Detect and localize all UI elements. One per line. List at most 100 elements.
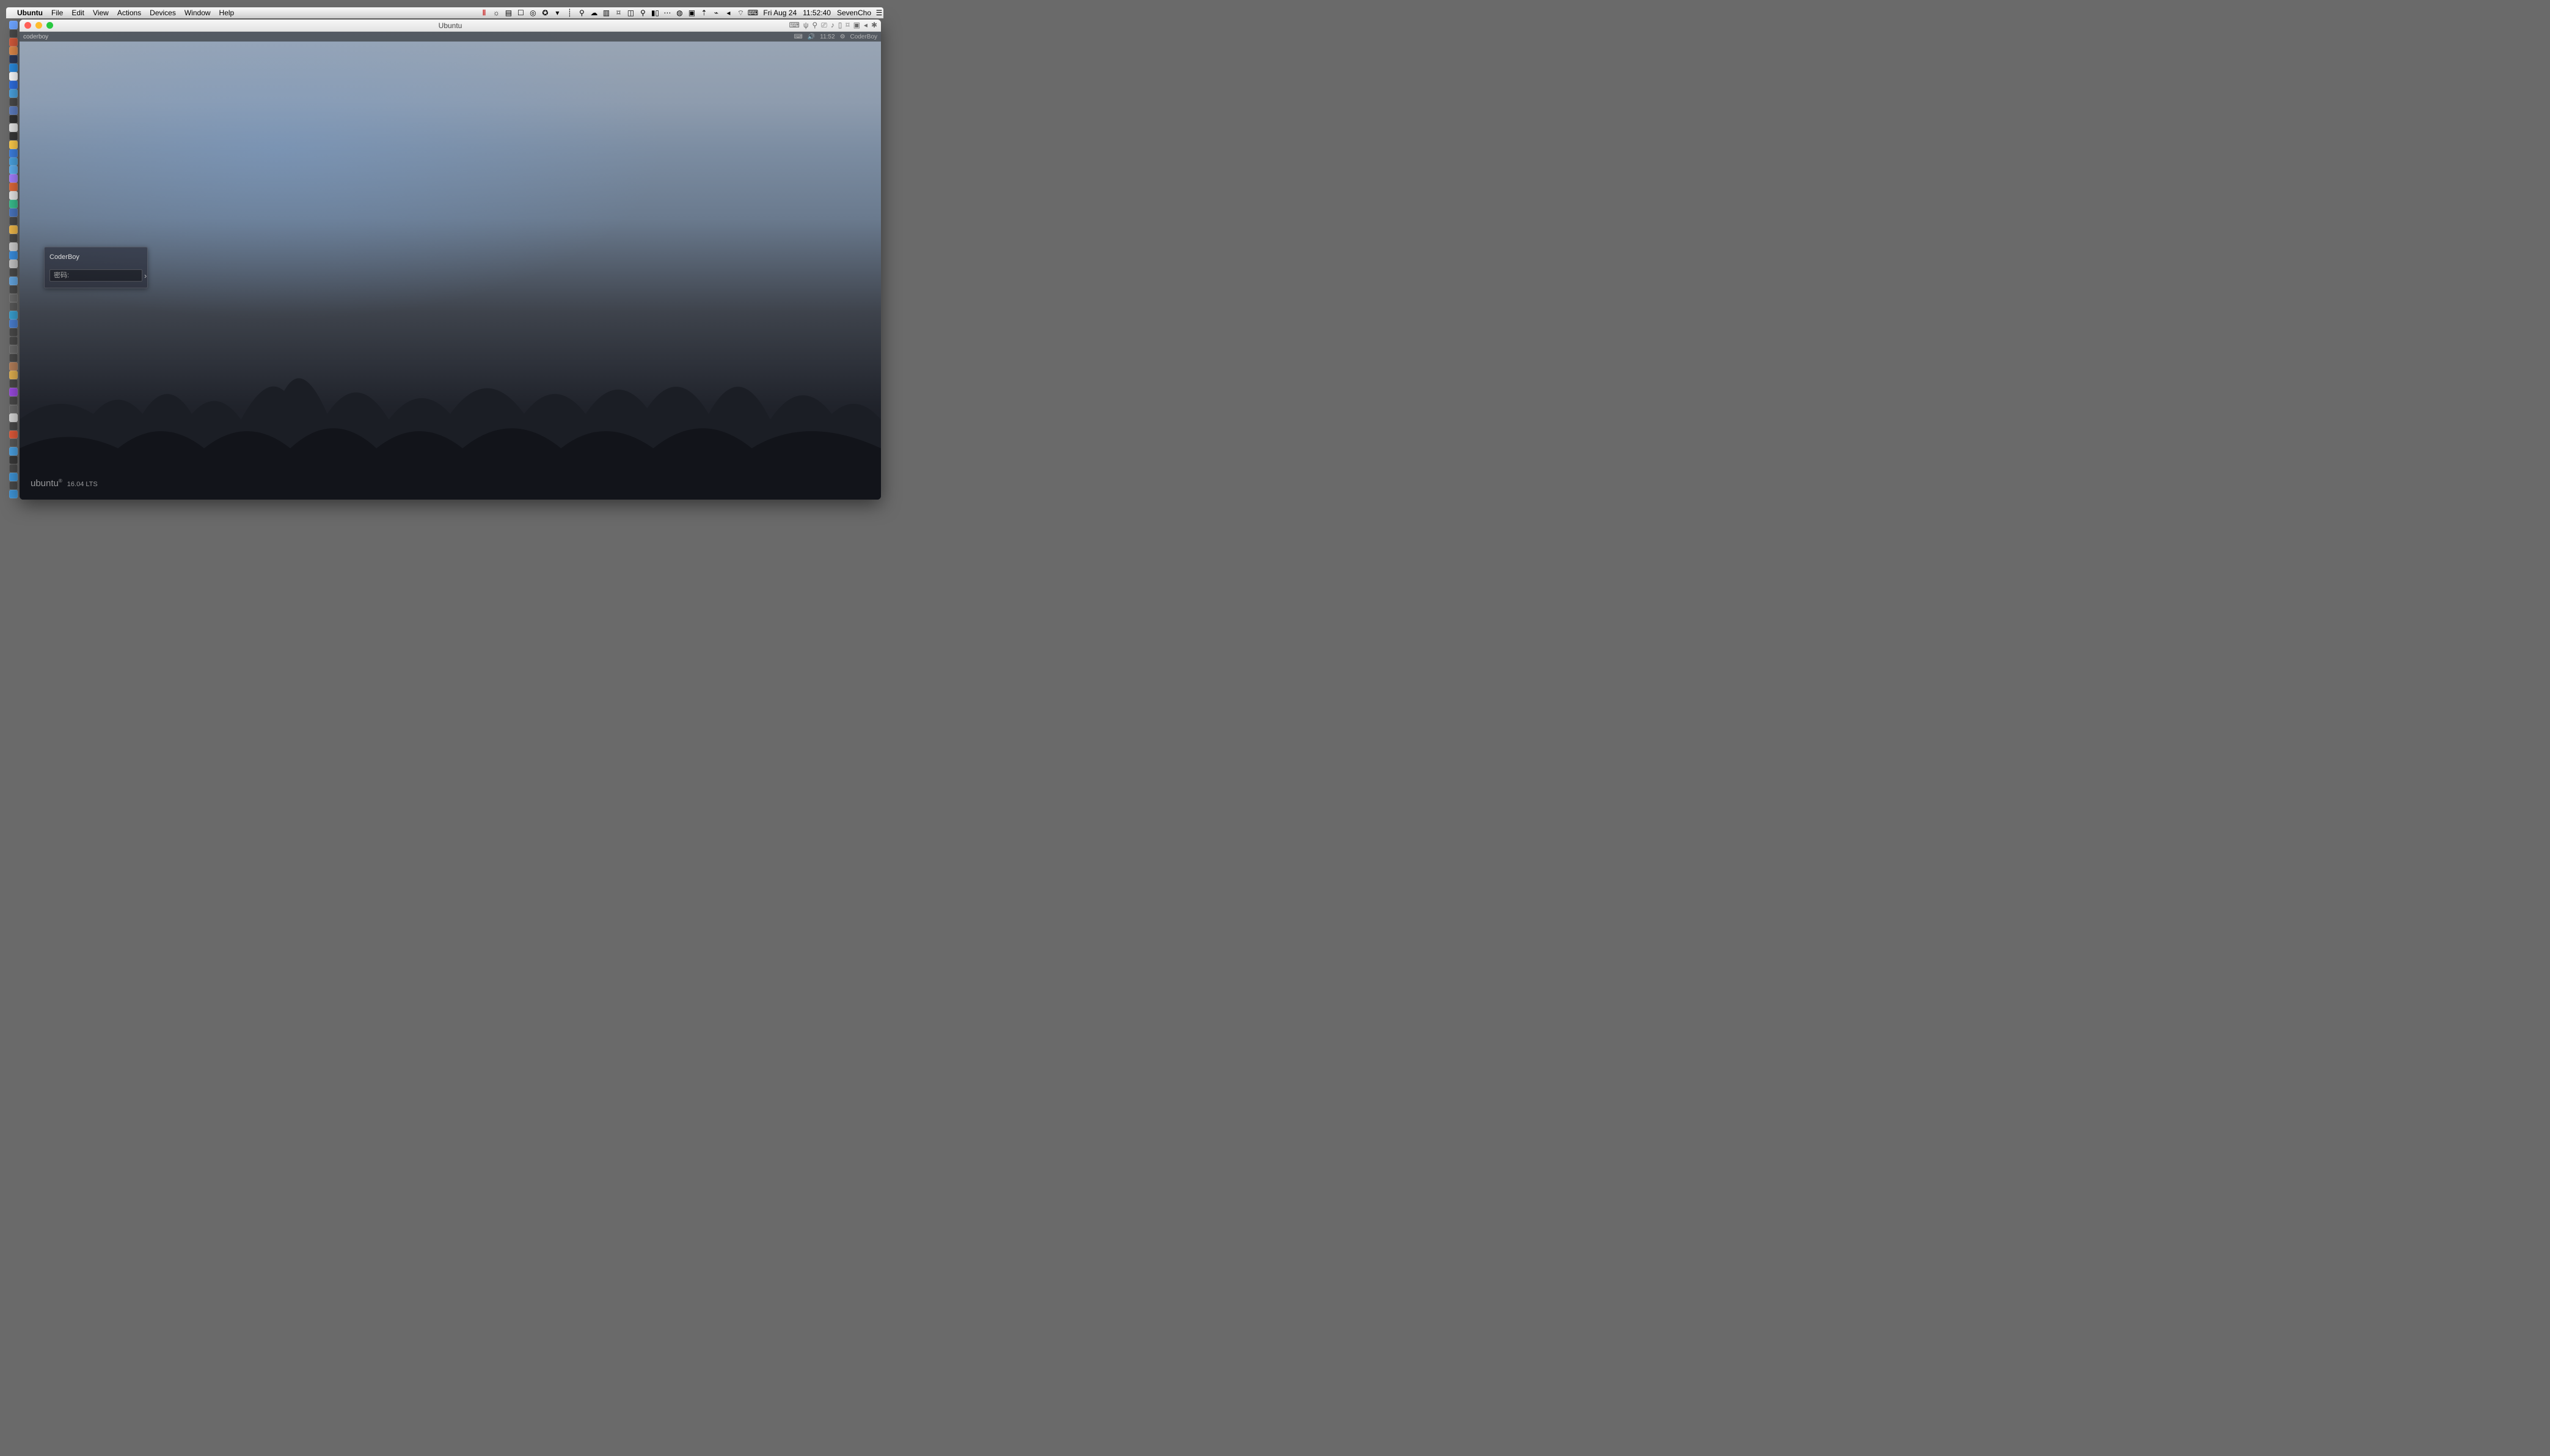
menu-view[interactable]: View [93, 9, 109, 17]
dock-app-33[interactable] [9, 302, 18, 311]
menubar-date[interactable]: Fri Aug 24 [763, 9, 797, 17]
wifi-icon[interactable]: ⌔ [736, 9, 745, 17]
dock-app-30[interactable] [9, 277, 18, 285]
dots-icon[interactable]: ⋯ [663, 9, 671, 17]
password-input[interactable] [50, 272, 144, 279]
dock-app-41[interactable] [9, 371, 18, 379]
usb-icon[interactable]: ψ [803, 21, 809, 30]
dock-app-44[interactable] [9, 396, 18, 405]
back-icon[interactable]: ◂ [864, 21, 868, 30]
dock-app-13[interactable] [9, 132, 18, 140]
dock-app-0[interactable] [9, 21, 18, 29]
dock-app-5[interactable] [9, 64, 18, 72]
dock-app-26[interactable] [9, 242, 18, 251]
dock-app-34[interactable] [9, 311, 18, 319]
safari-icon[interactable]: ✪ [541, 9, 549, 17]
dock-app-29[interactable] [9, 268, 18, 277]
ubuntu-clock[interactable]: 11:52 [820, 34, 835, 40]
dock-app-17[interactable] [9, 166, 18, 174]
dock-app-31[interactable] [9, 285, 18, 294]
pin-icon[interactable]: ⚲ [577, 9, 586, 17]
dock-app-23[interactable] [9, 217, 18, 225]
battery-icon[interactable]: ▮▯ [651, 9, 659, 17]
dock-app-16[interactable] [9, 158, 18, 166]
ubuntu-session-user[interactable]: CoderBoy [850, 34, 877, 40]
dock-app-22[interactable] [9, 208, 18, 217]
dock-app-25[interactable] [9, 234, 18, 242]
dock-app-20[interactable] [9, 191, 18, 200]
menu-actions[interactable]: Actions [117, 9, 141, 17]
hamburger-icon[interactable]: ☰ [875, 9, 883, 17]
dock-app-40[interactable] [9, 362, 18, 371]
menubar-app-name[interactable]: Ubuntu [17, 9, 43, 17]
dock-app-24[interactable] [9, 225, 18, 234]
dock-app-54[interactable] [9, 481, 18, 490]
dock-app-18[interactable] [9, 174, 18, 183]
menu-file[interactable]: File [51, 9, 63, 17]
menu-devices[interactable]: Devices [150, 9, 176, 17]
login-submit-arrow-icon[interactable]: › [144, 271, 147, 280]
dock-app-53[interactable] [9, 473, 18, 481]
dock-app-11[interactable] [9, 115, 18, 123]
cloud-icon[interactable]: ☁ [590, 9, 598, 17]
dropdown-icon[interactable]: ▾ [553, 9, 561, 17]
dock-app-45[interactable] [9, 405, 18, 413]
dock-app-15[interactable] [9, 149, 18, 158]
dock-app-4[interactable] [9, 55, 18, 64]
dock-app-51[interactable] [9, 456, 18, 464]
dock-app-7[interactable] [9, 81, 18, 89]
dock-app-27[interactable] [9, 251, 18, 260]
menu-window[interactable]: Window [184, 9, 211, 17]
monitor-icon[interactable]: ☐ [516, 9, 525, 17]
search-icon[interactable]: ⚲ [812, 21, 817, 30]
tablet-icon[interactable]: ▯ [838, 21, 842, 30]
window-icon[interactable]: ◫ [626, 9, 635, 17]
dock-app-12[interactable] [9, 123, 18, 132]
input-icon[interactable]: ⌨ [748, 9, 757, 17]
dock-app-37[interactable] [9, 337, 18, 345]
dock-app-42[interactable] [9, 379, 18, 388]
volume-indicator-icon[interactable]: 🔊 [808, 34, 815, 40]
dock-app-19[interactable] [9, 183, 18, 191]
dock-app-9[interactable] [9, 98, 18, 106]
volume-icon[interactable]: ◂ [724, 9, 732, 17]
dock-app-8[interactable] [9, 89, 18, 98]
dock-app-35[interactable] [9, 319, 18, 328]
dock-app-55[interactable] [9, 490, 18, 498]
display-icon[interactable]: ⌑ [846, 21, 849, 30]
minimize-window-button[interactable] [35, 22, 42, 29]
keyboard-icon[interactable]: ⌨ [789, 21, 799, 30]
camera-icon[interactable]: ◎ [528, 9, 537, 17]
spotlight-icon[interactable]: ⚲ [638, 9, 647, 17]
menubar-time[interactable]: 11:52:40 [803, 9, 831, 17]
folder-icon[interactable]: ▣ [853, 21, 860, 30]
dock-app-14[interactable] [9, 140, 18, 149]
display-icon[interactable]: ⌑ [614, 9, 623, 17]
dock-app-28[interactable] [9, 260, 18, 268]
chat-icon[interactable]: ▣ [687, 9, 696, 17]
globe-icon[interactable]: ☼ [492, 9, 500, 17]
dock-app-1[interactable] [9, 29, 18, 38]
keyboard-indicator-icon[interactable]: ⌨ [794, 34, 802, 40]
dock-app-32[interactable] [9, 294, 18, 302]
pause-icon[interactable]: Ⅱ [480, 9, 488, 17]
signal-icon[interactable]: ⇡ [700, 9, 708, 17]
dock-app-39[interactable] [9, 354, 18, 362]
image-icon[interactable]: ▤ [504, 9, 513, 17]
dock-app-49[interactable] [9, 439, 18, 447]
dock-app-38[interactable] [9, 345, 18, 354]
ring-icon[interactable]: ◍ [675, 9, 684, 17]
dock-app-48[interactable] [9, 431, 18, 439]
bluetooth-icon[interactable]: ⌁ [712, 9, 720, 17]
dock-app-47[interactable] [9, 422, 18, 431]
dock-app-52[interactable] [9, 464, 18, 473]
dock-app-36[interactable] [9, 328, 18, 337]
screenshot-icon[interactable]: ⎚ [821, 21, 827, 30]
dock-app-10[interactable] [9, 106, 18, 115]
dock-app-3[interactable] [9, 46, 18, 55]
dock-app-21[interactable] [9, 200, 18, 208]
dock-app-6[interactable] [9, 72, 18, 81]
menu-help[interactable]: Help [219, 9, 235, 17]
dock-app-43[interactable] [9, 388, 18, 396]
menu-edit[interactable]: Edit [71, 9, 84, 17]
